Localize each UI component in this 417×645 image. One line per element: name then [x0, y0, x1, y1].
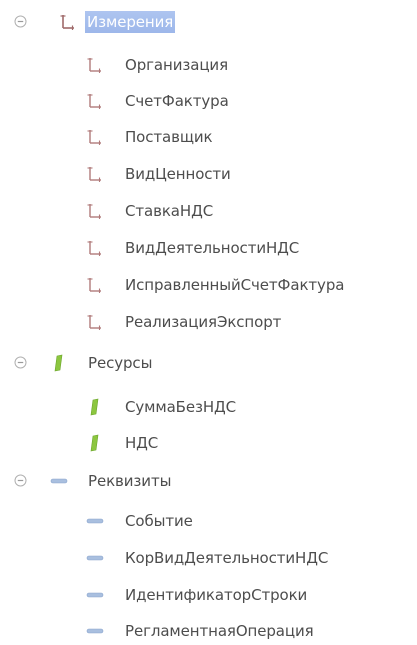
dimension-icon: [60, 15, 74, 30]
dimension-icon: [87, 315, 101, 330]
dimension-icon: [87, 241, 101, 256]
resource-icon: [90, 398, 99, 416]
metadata-tree: Измерения Организация СчетФактура Постав…: [0, 0, 417, 645]
tree-node-label[interactable]: Измерения: [85, 11, 176, 33]
tree-item-resource[interactable]: СуммаБезНДС: [0, 394, 417, 420]
dimension-icon: [87, 167, 101, 182]
attribute-icon: [50, 478, 68, 484]
tree-item-label: РегламентнаяОперация: [125, 622, 314, 640]
attribute-icon: [86, 555, 104, 561]
tree-item-label: КорВидДеятельностиНДС: [125, 549, 329, 567]
tree-item-label: Организация: [125, 56, 229, 74]
attribute-icon: [86, 592, 104, 598]
collapse-toggle-icon[interactable]: [14, 15, 27, 28]
tree-item-dimension[interactable]: ИсправленныйСчетФактура: [0, 272, 417, 298]
tree-node-attributes[interactable]: Реквизиты: [0, 468, 417, 494]
tree-item-dimension[interactable]: РеализацияЭкспорт: [0, 309, 417, 335]
collapse-toggle-icon[interactable]: [14, 474, 27, 487]
tree-item-label: ИдентификаторСтроки: [125, 586, 308, 604]
tree-item-label: Событие: [125, 512, 193, 530]
tree-node-label[interactable]: Реквизиты: [86, 470, 173, 492]
tree-item-label: СчетФактура: [125, 92, 229, 110]
tree-item-label: НДС: [125, 434, 159, 452]
tree-item-resource[interactable]: НДС: [0, 430, 417, 456]
tree-item-label: СуммаБезНДС: [125, 398, 237, 416]
tree-node-resources[interactable]: Ресурсы: [0, 350, 417, 376]
collapse-toggle-icon[interactable]: [14, 356, 27, 369]
tree-item-attribute[interactable]: Событие: [0, 508, 417, 534]
tree-item-label: ВидДеятельностиНДС: [125, 239, 300, 257]
tree-item-dimension[interactable]: СтавкаНДС: [0, 198, 417, 224]
tree-node-label[interactable]: Ресурсы: [86, 352, 154, 374]
resource-icon: [54, 354, 63, 372]
dimension-icon: [87, 204, 101, 219]
dimension-icon: [87, 58, 101, 73]
tree-item-label: Поставщик: [125, 128, 213, 146]
tree-item-dimension[interactable]: ВидДеятельностиНДС: [0, 235, 417, 261]
tree-item-attribute[interactable]: РегламентнаяОперация: [0, 618, 417, 644]
attribute-icon: [86, 518, 104, 524]
tree-item-dimension[interactable]: Поставщик: [0, 124, 417, 150]
tree-item-attribute[interactable]: КорВидДеятельностиНДС: [0, 545, 417, 571]
tree-item-dimension[interactable]: ВидЦенности: [0, 161, 417, 187]
resource-icon: [90, 434, 99, 452]
dimension-icon: [87, 130, 101, 145]
dimension-icon: [87, 94, 101, 109]
attribute-icon: [86, 628, 104, 634]
tree-item-dimension[interactable]: СчетФактура: [0, 88, 417, 114]
tree-item-label: РеализацияЭкспорт: [125, 313, 282, 331]
tree-item-label: ИсправленныйСчетФактура: [125, 276, 345, 294]
tree-item-label: ВидЦенности: [125, 165, 231, 183]
tree-node-dimensions[interactable]: Измерения: [0, 9, 417, 35]
tree-item-attribute[interactable]: ИдентификаторСтроки: [0, 582, 417, 608]
tree-item-dimension[interactable]: Организация: [0, 52, 417, 78]
tree-item-label: СтавкаНДС: [125, 202, 214, 220]
dimension-icon: [87, 278, 101, 293]
